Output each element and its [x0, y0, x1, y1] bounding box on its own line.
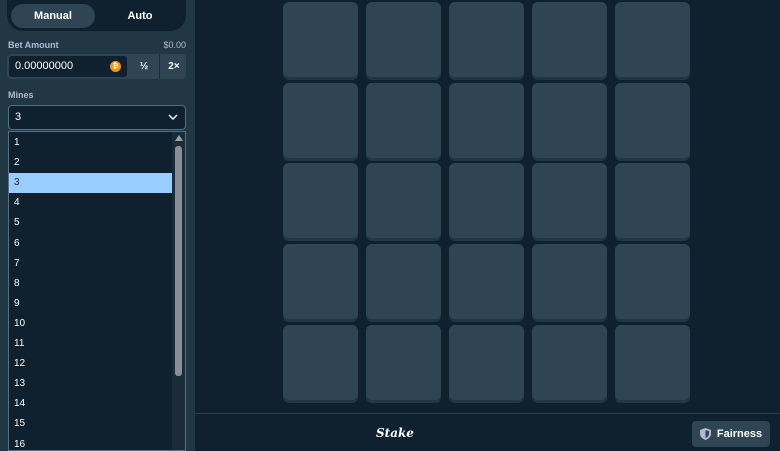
mine-tile[interactable]: [532, 83, 607, 158]
chevron-down-icon: [168, 114, 178, 121]
mines-option[interactable]: 1: [9, 133, 173, 153]
mine-tile[interactable]: [615, 83, 690, 158]
bitcoin-icon: ₿: [110, 61, 121, 72]
mine-tile[interactable]: [615, 163, 690, 238]
mines-option[interactable]: 14: [9, 394, 173, 414]
mines-option[interactable]: 7: [9, 254, 173, 274]
mine-tile[interactable]: [283, 325, 358, 400]
mines-selected-value: 3: [15, 111, 22, 123]
scroll-up-arrow-icon[interactable]: [175, 135, 183, 141]
mine-tile[interactable]: [366, 325, 441, 400]
mine-tile[interactable]: [283, 2, 358, 77]
mines-option[interactable]: 6: [9, 234, 173, 254]
mines-option[interactable]: 10: [9, 314, 173, 334]
mine-tile[interactable]: [449, 244, 524, 319]
shield-icon: [699, 428, 711, 440]
mine-tile[interactable]: [615, 2, 690, 77]
fairness-button[interactable]: Fairness: [692, 421, 770, 447]
half-bet-button[interactable]: ½: [130, 54, 158, 79]
mines-option[interactable]: 15: [9, 414, 173, 434]
bet-amount-value: 0.00000000: [15, 60, 74, 72]
mine-tile[interactable]: [366, 2, 441, 77]
scroll-thumb[interactable]: [175, 146, 182, 376]
mine-tile[interactable]: [615, 325, 690, 400]
mines-label: Mines: [8, 90, 34, 100]
mines-select[interactable]: 3: [8, 105, 186, 130]
mode-tabs: Manual Auto: [7, 0, 186, 31]
mine-tile[interactable]: [449, 2, 524, 77]
stake-logo: Stake: [376, 426, 414, 440]
mine-tile[interactable]: [449, 163, 524, 238]
mines-option[interactable]: 4: [9, 193, 173, 213]
mines-option[interactable]: 12: [9, 354, 173, 374]
mine-tile[interactable]: [283, 163, 358, 238]
mines-option[interactable]: 3: [9, 173, 173, 194]
mine-tile[interactable]: [532, 2, 607, 77]
bet-amount-row: 0.00000000 ₿ ½ 2×: [7, 54, 186, 79]
tab-manual[interactable]: Manual: [11, 3, 95, 28]
mines-option[interactable]: 9: [9, 294, 173, 314]
mines-option[interactable]: 11: [9, 334, 173, 354]
mine-tile[interactable]: [615, 244, 690, 319]
fairness-label: Fairness: [716, 428, 763, 440]
bet-amount-label: Bet Amount: [8, 40, 59, 50]
mine-tile[interactable]: [366, 244, 441, 319]
mines-grid: [283, 2, 691, 401]
mines-option[interactable]: 8: [9, 274, 173, 294]
mines-option[interactable]: 2: [9, 153, 173, 173]
footer-divider: [195, 413, 780, 414]
mine-tile[interactable]: [283, 83, 358, 158]
mines-option[interactable]: 16: [9, 435, 173, 451]
mine-tile[interactable]: [532, 325, 607, 400]
mines-dropdown-list[interactable]: 1 2 3 4 5 6 7 8 9 10 11 12 13 14 15 16: [8, 131, 186, 451]
mines-option[interactable]: 13: [9, 374, 173, 394]
mine-tile[interactable]: [449, 325, 524, 400]
mine-tile[interactable]: [366, 163, 441, 238]
mines-option[interactable]: 5: [9, 213, 173, 233]
mine-tile[interactable]: [449, 83, 524, 158]
tab-auto[interactable]: Auto: [98, 4, 182, 28]
bet-usd-value: $0.00: [163, 40, 186, 50]
mine-tile[interactable]: [283, 244, 358, 319]
bet-amount-input[interactable]: 0.00000000 ₿: [9, 56, 127, 77]
mine-tile[interactable]: [532, 163, 607, 238]
double-bet-button[interactable]: 2×: [159, 54, 188, 79]
dropdown-scrollbar[interactable]: [172, 132, 185, 450]
mine-tile[interactable]: [366, 83, 441, 158]
mine-tile[interactable]: [532, 244, 607, 319]
